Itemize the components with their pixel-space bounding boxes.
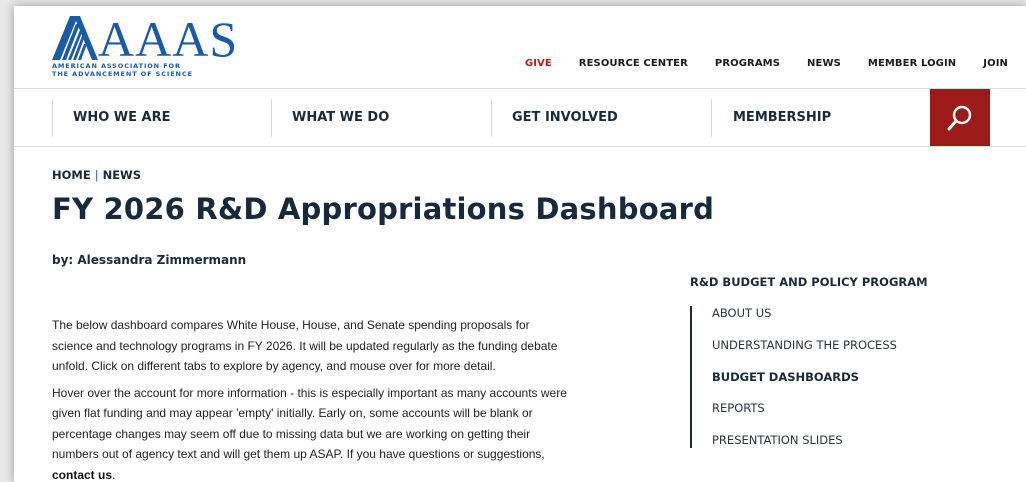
search-icon	[947, 105, 972, 130]
breadcrumb-separator: |	[94, 168, 99, 182]
main-nav: WHO WE ARE WHAT WE DO GET INVOLVED MEMBE…	[14, 88, 1026, 147]
sidebar-menu: ABOUT US UNDERSTANDING THE PROCESS BUDGE…	[690, 304, 990, 448]
nav-divider	[52, 99, 53, 137]
nav-divider	[271, 99, 272, 137]
logo-subtitle: AMERICAN ASSOCIATION FOR THE ADVANCEMENT…	[52, 62, 222, 78]
article-body: The below dashboard compares White House…	[52, 315, 572, 482]
breadcrumb: HOME | NEWS	[52, 168, 141, 182]
sidebar-item-reports[interactable]: REPORTS	[712, 401, 765, 415]
top-nav-news[interactable]: NEWS	[807, 58, 841, 69]
sidebar-item-about-us[interactable]: ABOUT US	[712, 306, 771, 320]
top-nav-join[interactable]: JOIN	[983, 58, 1008, 69]
logo-subtitle-line-1: AMERICAN ASSOCIATION FOR	[52, 62, 181, 70]
aaas-logo[interactable]: AAAS AMERICAN ASSOCIATION FOR THE ADVANC…	[52, 14, 237, 78]
sidebar-rule	[690, 306, 692, 448]
aaas-logo-mark-icon	[52, 16, 98, 60]
top-nav-member-login[interactable]: MEMBER LOGIN	[868, 58, 956, 69]
nav-divider	[711, 99, 712, 137]
top-nav-resource-center[interactable]: RESOURCE CENTER	[579, 58, 688, 69]
logo-wordmark: AAAS	[98, 11, 239, 67]
breadcrumb-home[interactable]: HOME	[52, 168, 91, 182]
article-byline: by: Alessandra Zimmermann	[52, 253, 247, 267]
breadcrumb-news[interactable]: NEWS	[103, 168, 141, 182]
sidebar-item-presentation-slides[interactable]: PRESENTATION SLIDES	[712, 433, 843, 447]
search-button[interactable]	[930, 89, 990, 146]
main-nav-get-involved[interactable]: GET INVOLVED	[512, 89, 618, 146]
logo-subtitle-line-2: THE ADVANCEMENT OF SCIENCE	[52, 70, 193, 78]
top-utility-nav: GIVE RESOURCE CENTER PROGRAMS NEWS MEMBE…	[498, 58, 1008, 69]
nav-divider	[491, 99, 492, 137]
top-nav-programs[interactable]: PROGRAMS	[715, 58, 780, 69]
main-nav-what-we-do[interactable]: WHAT WE DO	[292, 89, 389, 146]
article-paragraph-1: The below dashboard compares White House…	[52, 318, 558, 373]
sidebar-item-understanding-the-process[interactable]: UNDERSTANDING THE PROCESS	[712, 338, 897, 352]
contact-us-link[interactable]: contact us	[52, 467, 113, 482]
contact-suffix: .	[112, 467, 116, 482]
top-nav-give[interactable]: GIVE	[525, 58, 552, 69]
article-paragraph-2-text: Hover over the account for more informat…	[52, 385, 567, 462]
sidebar-item-budget-dashboards[interactable]: BUDGET DASHBOARDS	[712, 370, 859, 384]
sidebar-title: R&D BUDGET AND POLICY PROGRAM	[690, 275, 928, 289]
page-title: FY 2026 R&D Appropriations Dashboard	[52, 192, 715, 226]
page: AAAS AMERICAN ASSOCIATION FOR THE ADVANC…	[14, 6, 1026, 482]
main-nav-membership[interactable]: MEMBERSHIP	[733, 89, 831, 146]
article-paragraph-2: Hover over the account for more informat…	[52, 383, 572, 482]
main-nav-who-we-are[interactable]: WHO WE ARE	[73, 89, 171, 146]
